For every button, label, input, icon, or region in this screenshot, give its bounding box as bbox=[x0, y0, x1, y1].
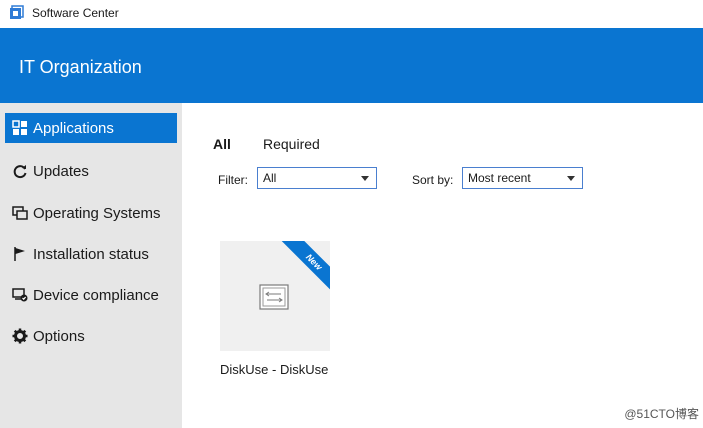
windows-stack-icon bbox=[11, 204, 29, 222]
chevron-down-icon bbox=[361, 176, 369, 181]
device-compliance-icon bbox=[11, 286, 29, 304]
filter-value: All bbox=[263, 171, 277, 185]
sidebar-item-label: Updates bbox=[33, 162, 89, 180]
sidebar-item-label: Options bbox=[33, 327, 85, 345]
sidebar-item-label: Installation status bbox=[33, 245, 149, 263]
tab-all[interactable]: All bbox=[213, 136, 231, 152]
sort-value: Most recent bbox=[468, 171, 531, 185]
app-name[interactable]: DiskUse - DiskUse bbox=[220, 362, 328, 377]
chevron-down-icon bbox=[567, 176, 575, 181]
sidebar-item-device-compliance[interactable]: Device compliance bbox=[5, 280, 177, 310]
generic-app-icon bbox=[259, 284, 289, 310]
filter-label: Filter: bbox=[218, 173, 248, 187]
sidebar-item-updates[interactable]: Updates bbox=[5, 156, 177, 186]
sidebar-item-operating-systems[interactable]: Operating Systems bbox=[5, 198, 177, 228]
sidebar: Applications Updates Operating Systems I… bbox=[0, 103, 182, 428]
filter-dropdown[interactable]: All bbox=[257, 167, 377, 189]
sidebar-item-installation-status[interactable]: Installation status bbox=[5, 239, 177, 269]
main-content: All Required Filter: All Sort by: Most r… bbox=[182, 103, 703, 428]
org-header: IT Organization bbox=[0, 28, 703, 103]
sort-label: Sort by: bbox=[412, 173, 454, 187]
refresh-icon bbox=[11, 162, 29, 180]
window-title: Software Center bbox=[32, 6, 119, 20]
applications-grid-icon bbox=[11, 119, 29, 137]
gear-icon bbox=[11, 327, 29, 345]
flag-icon bbox=[11, 245, 29, 263]
sort-dropdown[interactable]: Most recent bbox=[462, 167, 583, 189]
software-center-icon bbox=[10, 5, 24, 19]
sidebar-item-label: Operating Systems bbox=[33, 204, 161, 222]
sidebar-item-applications[interactable]: Applications bbox=[5, 113, 177, 143]
org-name: IT Organization bbox=[19, 57, 142, 77]
app-tile[interactable]: New bbox=[220, 241, 330, 351]
watermark: @51CTO博客 bbox=[624, 407, 699, 421]
sidebar-item-label: Applications bbox=[33, 119, 114, 137]
sidebar-item-label: Device compliance bbox=[33, 286, 159, 304]
tab-required[interactable]: Required bbox=[263, 136, 320, 152]
title-bar: Software Center bbox=[0, 0, 703, 28]
sidebar-item-options[interactable]: Options bbox=[5, 321, 177, 351]
